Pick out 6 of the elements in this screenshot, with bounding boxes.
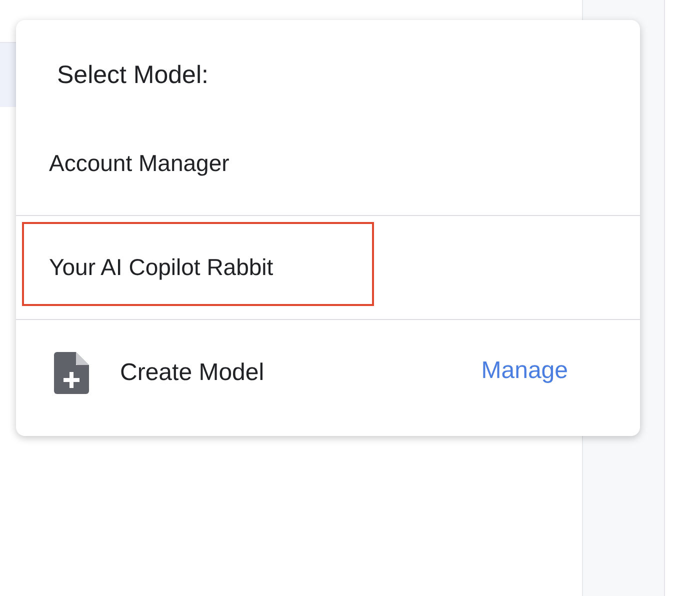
model-item[interactable]: Your AI Copilot Rabbit	[16, 247, 274, 288]
create-model-button[interactable]: Create Model	[54, 352, 264, 394]
add-file-icon	[54, 352, 90, 394]
manage-link[interactable]: Manage	[481, 356, 568, 385]
model-item[interactable]: Account Manager	[16, 144, 230, 184]
menu-title: Select Model:	[57, 61, 208, 89]
